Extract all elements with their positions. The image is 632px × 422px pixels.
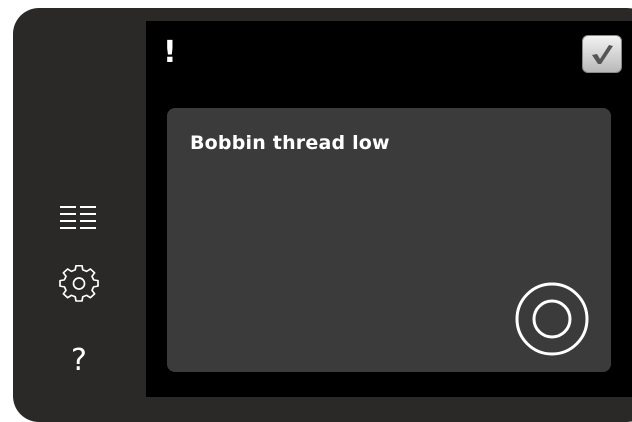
ok-button[interactable] xyxy=(582,35,622,73)
checkmark-icon xyxy=(592,45,613,64)
sidebar: ? xyxy=(13,8,145,398)
help-icon: ? xyxy=(71,343,87,378)
sidebar-item-settings[interactable] xyxy=(13,260,145,310)
message-text: Bobbin thread low xyxy=(190,132,390,154)
bobbin-button[interactable] xyxy=(514,281,590,357)
sidebar-item-help[interactable]: ? xyxy=(13,336,145,386)
gear-icon xyxy=(59,265,99,302)
alert-icon: ! xyxy=(163,35,177,70)
bobbin-icon xyxy=(515,282,589,356)
message-panel: Bobbin thread low xyxy=(167,108,611,372)
list-icon xyxy=(60,206,96,229)
sidebar-item-menu[interactable] xyxy=(13,191,145,241)
popup-screen: ! Bobbin thread low xyxy=(146,21,632,397)
